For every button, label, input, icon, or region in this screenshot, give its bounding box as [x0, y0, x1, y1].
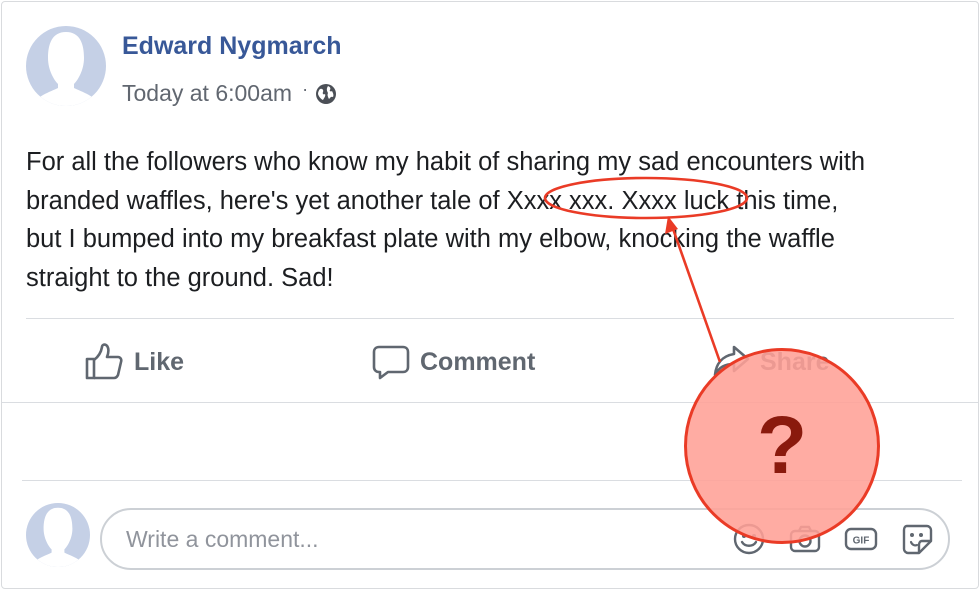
highlight-ellipse	[543, 176, 749, 220]
marker-text: ?	[756, 400, 808, 491]
question-marker: ?	[684, 348, 880, 544]
pointer-arrow	[670, 225, 722, 363]
